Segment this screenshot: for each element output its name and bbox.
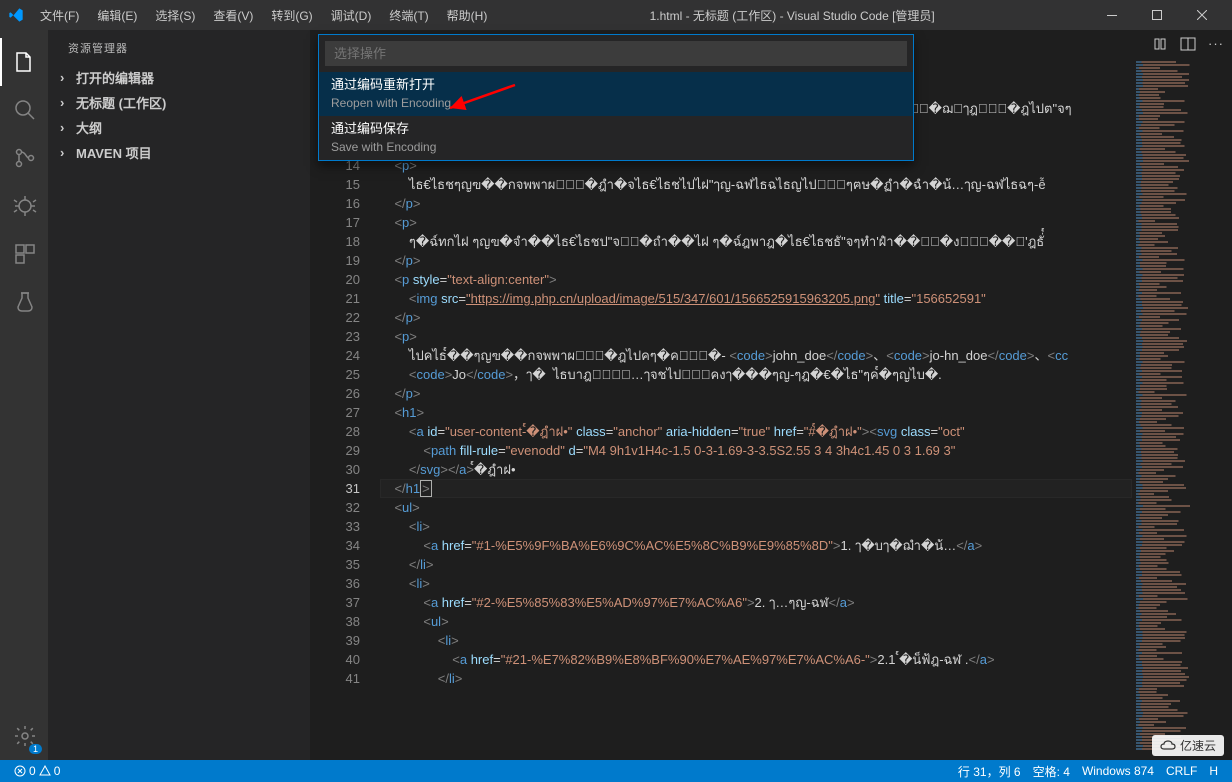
menu-select[interactable]: 选择(S) bbox=[147, 3, 203, 28]
maven-section[interactable]: ›MAVEN 项目 bbox=[48, 140, 310, 165]
menu-debug[interactable]: 调试(D) bbox=[323, 3, 380, 28]
workspace-section[interactable]: ›无标题 (工作区) bbox=[48, 90, 310, 115]
status-spaces[interactable]: 空格: 4 bbox=[1027, 763, 1076, 780]
status-position[interactable]: 行 31，列 6 bbox=[952, 763, 1027, 780]
command-palette: 通过编码重新打开 Reopen with Encoding 通过编码保存 Sav… bbox=[318, 34, 914, 161]
chevron-right-icon: › bbox=[60, 70, 76, 85]
status-eol[interactable]: CRLF bbox=[1160, 764, 1203, 778]
watermark: 亿速云 bbox=[1152, 735, 1224, 756]
explorer-sidebar: 资源管理器 ›打开的编辑器 ›无标题 (工作区) ›大纲 ›MAVEN 项目 bbox=[48, 30, 310, 760]
explorer-icon[interactable] bbox=[0, 38, 48, 86]
close-button[interactable] bbox=[1179, 0, 1224, 30]
outline-section[interactable]: ›大纲 bbox=[48, 115, 310, 140]
menu-bar: 文件(F) 编辑(E) 选择(S) 查看(V) 转到(G) 调试(D) 终端(T… bbox=[32, 3, 495, 28]
window-title: 1.html - 无标题 (工作区) - Visual Studio Code … bbox=[495, 7, 1089, 24]
menu-terminal[interactable]: 终端(T) bbox=[381, 3, 436, 28]
test-icon[interactable] bbox=[0, 278, 48, 326]
chevron-right-icon: › bbox=[60, 95, 76, 110]
chevron-right-icon: › bbox=[60, 120, 76, 135]
maximize-button[interactable] bbox=[1134, 0, 1179, 30]
editor-toolbar: ··· bbox=[1152, 36, 1224, 55]
menu-go[interactable]: 转到(G) bbox=[263, 3, 320, 28]
minimize-button[interactable] bbox=[1089, 0, 1134, 30]
scm-icon[interactable] bbox=[0, 134, 48, 182]
compare-icon[interactable] bbox=[1152, 36, 1168, 55]
open-editors-section[interactable]: ›打开的编辑器 bbox=[48, 65, 310, 90]
search-icon[interactable] bbox=[0, 86, 48, 134]
chevron-right-icon: › bbox=[60, 145, 76, 160]
save-with-encoding-item[interactable]: 通过编码保存 Save with Encoding bbox=[319, 116, 913, 160]
extensions-icon[interactable] bbox=[0, 230, 48, 278]
menu-view[interactable]: 查看(V) bbox=[205, 3, 261, 28]
code-content[interactable]: <p> ๆญฃ��กจพพาผ�ำ�ฎไธ€ป๎"ทาญ-ๆฎ�ำ'�ฉฌษ�ท… bbox=[380, 80, 1132, 688]
command-input[interactable] bbox=[325, 41, 907, 66]
minimap[interactable] bbox=[1132, 60, 1232, 760]
status-encoding[interactable]: Windows 874 bbox=[1076, 764, 1160, 778]
activity-bar: 1 bbox=[0, 30, 48, 760]
menu-edit[interactable]: 编辑(E) bbox=[89, 3, 145, 28]
more-icon[interactable]: ··· bbox=[1208, 36, 1224, 55]
menu-file[interactable]: 文件(F) bbox=[32, 3, 87, 28]
settings-icon[interactable]: 1 bbox=[0, 712, 48, 760]
vscode-icon bbox=[8, 7, 24, 23]
status-bar: 0 0 行 31，列 6 空格: 4 Windows 874 CRLF H bbox=[0, 760, 1232, 782]
gutter: 1011121314151617181920212223242526272829… bbox=[310, 80, 380, 688]
debug-icon[interactable] bbox=[0, 182, 48, 230]
status-language[interactable]: H bbox=[1203, 764, 1224, 778]
reopen-with-encoding-item[interactable]: 通过编码重新打开 Reopen with Encoding bbox=[319, 72, 913, 116]
split-icon[interactable] bbox=[1180, 36, 1196, 55]
title-bar: 文件(F) 编辑(E) 选择(S) 查看(V) 转到(G) 调试(D) 终端(T… bbox=[0, 0, 1232, 30]
menu-help[interactable]: 帮助(H) bbox=[439, 3, 496, 28]
sidebar-title: 资源管理器 bbox=[48, 30, 310, 65]
status-errors[interactable]: 0 0 bbox=[8, 764, 66, 778]
